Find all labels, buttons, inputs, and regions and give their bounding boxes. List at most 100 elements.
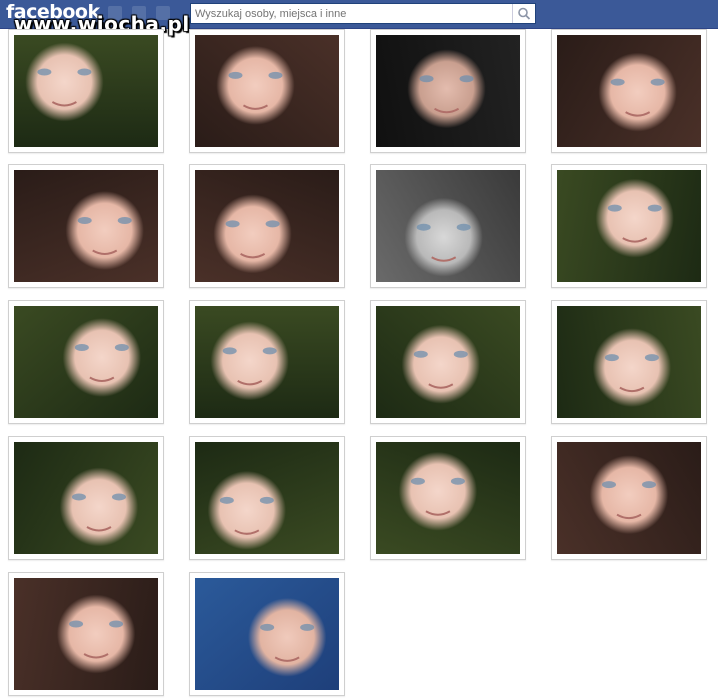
eye-mark: [604, 354, 619, 362]
photo-image: [557, 306, 701, 418]
photo-thumbnail[interactable]: [551, 164, 707, 288]
eye-mark: [228, 71, 243, 79]
photo-thumbnail[interactable]: [8, 164, 164, 288]
mouth-mark: [237, 380, 263, 386]
photo-thumbnail[interactable]: [8, 300, 164, 424]
eye-mark: [225, 220, 240, 228]
mouth-mark: [431, 256, 457, 262]
face-sketch: [607, 204, 662, 243]
photo-thumbnail[interactable]: [370, 436, 526, 560]
mouth-mark: [625, 111, 651, 117]
photo-image: [195, 578, 339, 690]
photo-image: [14, 35, 158, 147]
eye-mark: [607, 204, 622, 212]
eye-mark: [222, 347, 237, 355]
face-sketch: [74, 344, 129, 383]
eye-mark: [109, 620, 124, 628]
face-sketch: [604, 354, 659, 393]
face-sketch: [419, 75, 474, 114]
eye-mark: [77, 68, 92, 76]
search-icon: [518, 7, 531, 20]
eye-mark: [111, 493, 126, 501]
face-sketch: [77, 216, 132, 255]
photo-thumbnail[interactable]: [551, 300, 707, 424]
face-sketch: [602, 481, 656, 520]
face-sketch: [222, 347, 277, 386]
mouth-mark: [242, 104, 268, 110]
photo-thumbnail[interactable]: [8, 436, 164, 560]
photo-thumbnail[interactable]: [8, 29, 164, 153]
eye-mark: [71, 493, 86, 501]
eye-mark: [114, 344, 129, 352]
face-sketch: [610, 78, 665, 117]
photo-thumbnail[interactable]: [370, 164, 526, 288]
eye-mark: [117, 216, 132, 224]
photo-image: [195, 35, 339, 147]
photo-thumbnail[interactable]: [189, 29, 345, 153]
photo-image: [376, 170, 520, 282]
mouth-mark: [274, 656, 300, 662]
photo-thumbnail[interactable]: [189, 436, 345, 560]
eye-mark: [77, 216, 92, 224]
search-button[interactable]: [512, 4, 535, 23]
mouth-mark: [234, 529, 260, 535]
photo-image: [376, 35, 520, 147]
eye-mark: [410, 477, 425, 485]
eye-mark: [453, 350, 468, 358]
eye-mark: [459, 75, 474, 83]
photo-image: [557, 442, 701, 554]
photo-image: [14, 170, 158, 282]
photo-image: [557, 170, 701, 282]
photo-image: [195, 170, 339, 282]
face-sketch: [37, 68, 92, 107]
eye-mark: [265, 220, 280, 228]
photo-thumbnail[interactable]: [370, 300, 526, 424]
eye-mark: [74, 344, 89, 352]
photo-image: [14, 442, 158, 554]
face-sketch: [416, 223, 471, 262]
photo-image: [14, 306, 158, 418]
photo-thumbnail[interactable]: [189, 572, 345, 696]
mouth-mark: [83, 653, 109, 659]
photo-image: [376, 442, 520, 554]
photo-thumbnail[interactable]: [189, 164, 345, 288]
photo-thumbnail[interactable]: [8, 572, 164, 696]
photo-thumbnail[interactable]: [370, 29, 526, 153]
mouth-mark: [622, 237, 648, 243]
face-sketch: [225, 220, 280, 259]
photo-image: [14, 578, 158, 690]
eye-mark: [219, 496, 234, 504]
face-sketch: [260, 623, 315, 662]
mouth-mark: [89, 376, 115, 383]
mouth-mark: [619, 386, 645, 393]
photo-thumbnail[interactable]: [551, 436, 707, 560]
eye-mark: [268, 71, 283, 79]
eye-mark: [259, 496, 274, 504]
mouth-mark: [240, 252, 266, 259]
mouth-mark: [86, 526, 112, 532]
photo-image: [195, 442, 339, 554]
mouth-mark: [51, 101, 77, 107]
eye-mark: [69, 620, 84, 628]
photo-thumbnail[interactable]: [551, 29, 707, 153]
photo-image: [195, 306, 339, 418]
eye-mark: [37, 68, 52, 76]
eye-mark: [456, 223, 471, 231]
eye-mark: [610, 78, 625, 86]
face-sketch: [71, 493, 126, 532]
mouth-mark: [434, 107, 460, 114]
eye-mark: [647, 204, 662, 212]
mouth-mark: [92, 249, 118, 255]
mouth-mark: [616, 513, 642, 520]
eye-mark: [260, 623, 275, 631]
mouth-mark: [428, 383, 454, 389]
eye-mark: [419, 75, 434, 83]
search-input[interactable]: [191, 4, 513, 23]
search-box: [190, 3, 536, 24]
photo-thumbnail[interactable]: [189, 300, 345, 424]
eye-mark: [450, 477, 465, 485]
face-sketch: [410, 477, 465, 516]
eye-mark: [416, 223, 431, 231]
eye-mark: [642, 481, 656, 489]
eye-mark: [262, 347, 277, 355]
